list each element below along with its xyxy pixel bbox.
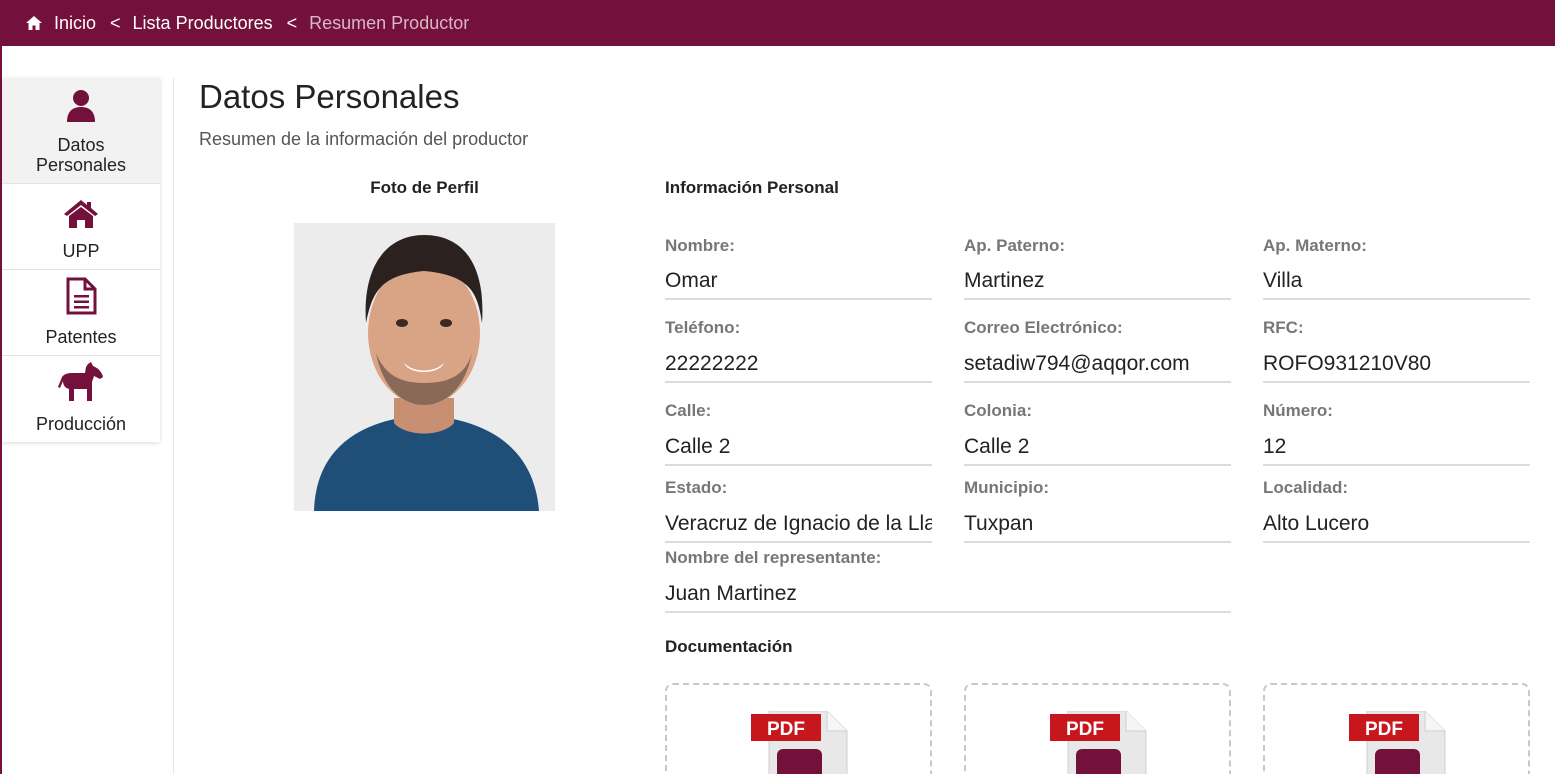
correo-field[interactable]: setadiw794@aqqor.com [964,349,1231,383]
content-divider [173,78,174,774]
pdf-label: PDF [1066,719,1104,740]
pdf-file-icon: PDF [751,711,848,774]
photo-title: Foto de Perfil [370,178,479,197]
estado-label: Estado: [665,478,728,497]
colonia-field[interactable]: Calle 2 [964,432,1231,466]
breadcrumb-list-link[interactable]: Lista Productores [133,13,273,34]
nombre-field[interactable]: Omar [665,266,932,300]
telefono-label: Teléfono: [665,318,741,337]
correo-label: Correo Electrónico: [964,318,1123,337]
user-icon [67,90,95,122]
sidebar-item-label: Patentes [45,327,117,347]
sidebar-item-produccion[interactable]: Producción [2,356,160,442]
calle-label: Calle: [665,401,712,420]
municipio-label: Municipio: [964,478,1049,497]
paterno-field[interactable]: Martinez [964,266,1231,300]
sidebar-item-label: UPP [62,241,100,261]
calle-field[interactable]: Calle 2 [665,432,932,466]
house-icon [64,200,98,228]
breadcrumb-separator: < [286,12,298,33]
rfc-field[interactable]: ROFO931210V80 [1263,349,1530,383]
localidad-label: Localidad: [1263,478,1349,497]
pdf-label: PDF [767,719,805,740]
representante-field[interactable]: Juan Martinez [665,579,1231,613]
localidad-field[interactable]: Alto Lucero [1263,509,1530,543]
paterno-label: Ap. Paterno: [964,236,1066,255]
representante-label: Nombre del representante: [665,548,882,567]
sidebar-item-upp[interactable]: UPP [2,184,160,270]
home-icon[interactable] [25,15,43,31]
pdf-label: PDF [1365,719,1403,740]
estado-field[interactable]: Veracruz de Ignacio de la Llave [665,509,932,543]
nombre-label: Nombre: [665,236,735,255]
breadcrumb-separator: < [110,12,121,33]
info-section-title: Información Personal [665,178,839,197]
page-title: Datos Personales [199,78,460,115]
rfc-label: RFC: [1263,318,1304,337]
materno-field[interactable]: Villa [1263,266,1530,300]
document-card[interactable]: PDF [964,683,1231,774]
profile-photo [294,223,555,511]
page-subtitle: Resumen de la información del productor [199,129,529,149]
breadcrumb: Inicio < Lista Productores < Resumen Pro… [0,0,1555,46]
breadcrumb-current: Resumen Productor [309,12,470,33]
municipio-field[interactable]: Tuxpan [964,509,1231,543]
sidebar-item-datos-personales[interactable]: Datos Personales [2,78,160,184]
colonia-label: Colonia: [964,401,1032,420]
sidebar-item-patentes[interactable]: Patentes [2,270,160,356]
pdf-file-icon: PDF [1349,711,1446,774]
document-icon [66,277,97,315]
docs-section-title: Documentación [665,637,793,656]
telefono-field[interactable]: 22222222 [665,349,932,383]
document-card[interactable]: PDF [665,683,932,774]
sidebar: Datos Personales UPP Patentes Producción [2,78,160,442]
breadcrumb-home-link[interactable]: Inicio [54,13,96,34]
document-card[interactable]: PDF [1263,683,1530,774]
sidebar-item-label: Producción [35,414,127,434]
materno-label: Ap. Materno: [1263,236,1367,255]
sidebar-item-label: Datos Personales [35,135,127,175]
numero-field[interactable]: 12 [1263,432,1530,466]
pdf-file-icon: PDF [1050,711,1147,774]
numero-label: Número: [1263,401,1333,420]
horse-icon [58,362,103,401]
